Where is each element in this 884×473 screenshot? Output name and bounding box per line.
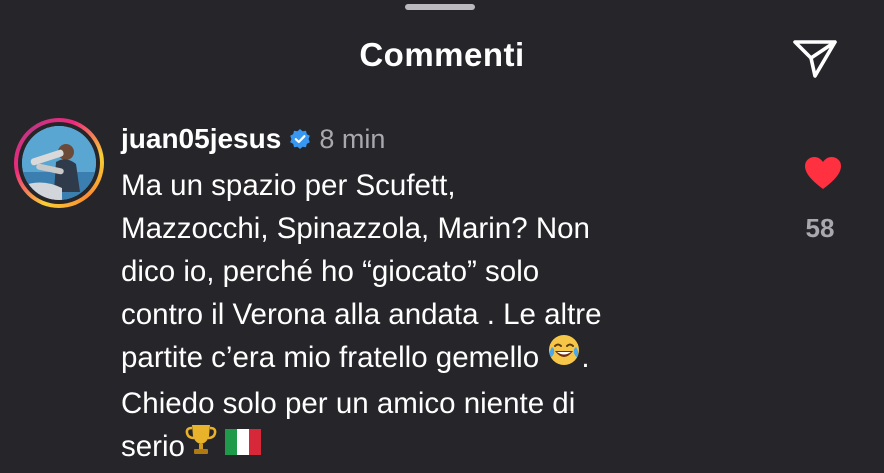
avatar-story-ring[interactable]	[14, 118, 104, 208]
sheet-grab-handle[interactable]	[405, 4, 475, 10]
sheet-title: Commenti	[359, 36, 525, 73]
heart-icon[interactable]	[803, 155, 843, 191]
comment-line: serio	[121, 430, 185, 464]
verified-badge-icon	[289, 128, 311, 150]
comment-line: partite c’era mio fratello gemello	[121, 341, 540, 374]
comment-line: Chiedo solo per un amico niente di	[121, 387, 576, 421]
avatar-photo	[22, 126, 96, 200]
avatar[interactable]	[22, 126, 96, 200]
comment-line: contro il Verona alla andata . Le altre	[121, 298, 602, 331]
comment-line: dico io, perché ho “giocato” solo	[121, 255, 540, 288]
trophy-icon	[185, 422, 217, 468]
comment-item: juan05jesus 8 min Ma un spazio per Scufe…	[0, 110, 884, 473]
italy-flag-icon	[225, 424, 262, 467]
share-icon[interactable]	[790, 36, 840, 82]
comments-sheet: Commenti juan05jesus 8 min Ma un spazio …	[0, 0, 884, 473]
comment-line: Mazzocchi, Spinazzola, Marin? Non	[121, 212, 590, 245]
comment-timestamp: 8 min	[319, 123, 386, 154]
comment-header: juan05jesus 8 min	[121, 120, 385, 158]
like-count[interactable]: 58	[790, 213, 850, 244]
face-with-tears-of-joy-icon	[547, 333, 581, 379]
comment-text: Ma un spazio per Scufett, Mazzocchi, Spin…	[121, 164, 761, 471]
comment-username[interactable]: juan05jesus	[121, 123, 281, 155]
comment-line: Ma un spazio per Scufett,	[121, 169, 456, 202]
comment-line-suffix: .	[581, 341, 590, 374]
